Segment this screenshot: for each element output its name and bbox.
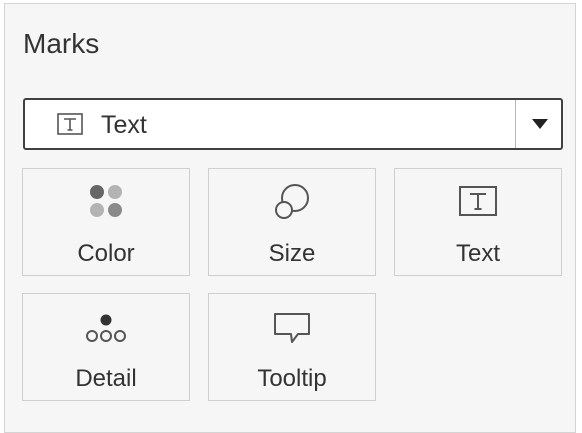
tooltip-bubble-icon	[274, 313, 310, 343]
color-button[interactable]: Color	[22, 168, 190, 276]
detail-button-label: Detail	[75, 365, 137, 392]
size-button[interactable]: Size	[208, 168, 376, 276]
tooltip-button-label: Tooltip	[257, 365, 327, 392]
marks-title: Marks	[23, 28, 100, 59]
size-button-label: Size	[268, 240, 316, 267]
marks-card: Marks Text Color Size Text Detail Toolti…	[4, 3, 576, 433]
chevron-down-icon[interactable]	[531, 118, 549, 130]
color-dots-icon	[90, 185, 122, 217]
detail-dots-icon	[86, 314, 126, 342]
mark-type-selected: Text	[101, 111, 147, 139]
tooltip-button[interactable]: Tooltip	[208, 293, 376, 401]
text-button[interactable]: Text	[394, 168, 562, 276]
dropdown-divider	[515, 100, 516, 148]
size-circles-icon	[275, 184, 309, 219]
color-button-label: Color	[77, 240, 135, 267]
text-box-icon	[57, 113, 83, 135]
detail-button[interactable]: Detail	[22, 293, 190, 401]
text-button-label: Text	[455, 240, 500, 267]
mark-type-dropdown[interactable]: Text	[23, 98, 563, 150]
text-box-icon	[459, 186, 497, 216]
